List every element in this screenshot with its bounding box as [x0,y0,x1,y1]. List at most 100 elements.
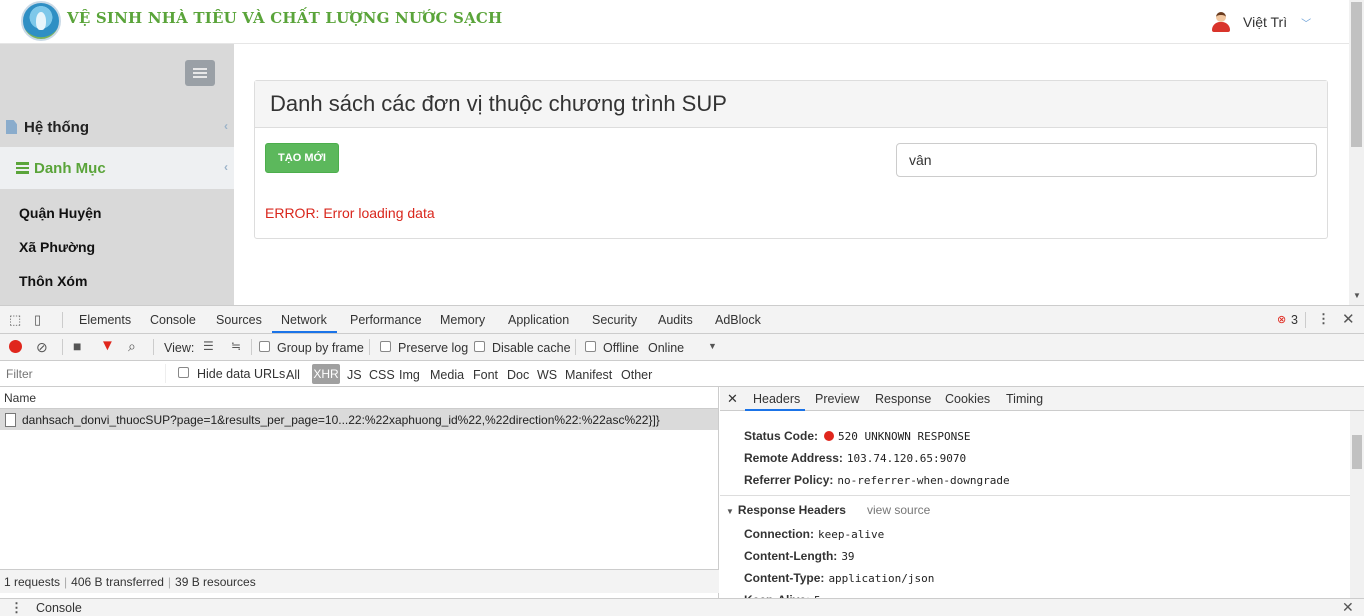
filter-input[interactable] [2,364,166,383]
table-row[interactable]: danhsach_donvi_thuocSUP?page=1&results_p… [0,409,718,430]
drawer-console-tab[interactable]: Console [36,601,82,615]
scrollbar-thumb[interactable] [1352,435,1362,469]
scrollbar-thumb[interactable] [1351,2,1362,147]
filter-all[interactable]: All [286,368,300,382]
column-header-name[interactable]: Name [0,387,718,409]
transferred-size: 406 B transferred [71,575,164,589]
hide-data-urls-label[interactable]: Hide data URLs [197,367,285,381]
view-source-link[interactable]: view source [867,503,930,517]
user-menu[interactable]: Việt Trì ﹀ [1211,11,1311,33]
clear-icon[interactable]: ⊘ [36,339,48,356]
sidebar-subitem-thon-xom[interactable]: Thôn Xóm [19,273,87,289]
record-icon[interactable] [9,340,22,353]
error-icon[interactable]: ⊗ [1277,313,1286,326]
sidebar-item-he-thong[interactable]: Hệ thống ‹ [0,106,234,148]
header-row-content-length: Content-Length: 39 [744,549,855,563]
dropdown-arrow-icon[interactable]: ▼ [708,341,717,351]
page-title: Danh sách các đơn vị thuộc chương trình … [255,81,1327,128]
close-icon[interactable]: ✕ [1342,310,1355,328]
create-new-button[interactable]: TẠO MỚI [265,143,339,173]
group-by-frame-checkbox[interactable] [259,341,270,352]
more-options-icon[interactable]: ⋮ [1317,311,1330,327]
menu-toggle-button[interactable] [185,60,215,86]
site-title[interactable]: VỆ SINH NHÀ TIÊU VÀ CHẤT LƯỢNG NƯỚC SẠCH [67,9,502,27]
throttling-select[interactable]: Online [648,341,684,355]
large-rows-icon[interactable]: ☰ [203,339,214,353]
status-error-icon [824,431,835,441]
request-count: 1 requests [4,575,61,589]
sidebar-subitem-quan-huyen[interactable]: Quận Huyện [19,205,101,221]
disable-cache-checkbox[interactable] [474,341,485,352]
devtools-panel: ⬚ ▯ Elements Console Sources Network Per… [0,305,1364,616]
sidebar: Hệ thống ‹ Danh Mục ‹ Quận Huyện Xã Phườ… [0,44,234,305]
chevron-left-icon: ‹ [224,160,228,174]
requests-pane: Name danhsach_donvi_thuocSUP?page=1&resu… [0,387,719,598]
screenshot-camera-icon[interactable]: ■ [73,338,81,354]
tab-security[interactable]: Security [592,313,637,327]
page-scrollbar[interactable]: ▼ [1349,0,1364,305]
chevron-left-icon: ‹ [224,119,228,133]
filter-manifest[interactable]: Manifest [565,368,612,382]
filter-css[interactable]: CSS [369,368,395,382]
search-icon[interactable]: ⌕ [128,338,136,355]
tab-adblock[interactable]: AdBlock [715,313,761,327]
filter-icon[interactable]: ▼ [100,337,115,354]
active-detail-tab-indicator [745,409,805,411]
sidebar-item-label: Hệ thống [24,118,89,136]
filter-js[interactable]: JS [347,368,362,382]
tab-headers[interactable]: Headers [753,392,800,406]
request-detail-pane: ✕ Headers Preview Response Cookies Timin… [720,387,1364,598]
tab-timing[interactable]: Timing [1006,392,1043,406]
top-navbar: VỆ SINH NHÀ TIÊU VÀ CHẤT LƯỢNG NƯỚC SẠCH… [0,0,1349,44]
sidebar-subitem-xa-phuong[interactable]: Xã Phường [19,239,95,255]
filter-ws[interactable]: WS [537,368,557,382]
preserve-log-checkbox[interactable] [380,341,391,352]
header-row-content-type: Content-Type: application/json [744,571,935,585]
hide-data-urls-checkbox[interactable] [178,367,189,378]
tab-memory[interactable]: Memory [440,313,485,327]
tab-console[interactable]: Console [150,313,196,327]
group-by-frame-label[interactable]: Group by frame [277,341,364,355]
filter-other[interactable]: Other [621,368,652,382]
tab-preview[interactable]: Preview [815,392,859,406]
close-detail-icon[interactable]: ✕ [727,391,738,407]
filter-xhr[interactable]: XHR [312,364,340,384]
sidebar-item-danh-muc[interactable]: Danh Mục ‹ [0,147,234,189]
file-icon [5,412,16,427]
response-headers-toggle[interactable]: ▼ Response Headers [726,503,846,517]
detail-scrollbar[interactable] [1350,411,1364,598]
waterfall-icon[interactable]: ≒ [231,339,241,353]
tab-audits[interactable]: Audits [658,313,693,327]
tab-response[interactable]: Response [875,392,931,406]
tab-sources[interactable]: Sources [216,313,262,327]
inspect-icon[interactable]: ⬚ [9,312,21,328]
network-summary: 1 requests | 406 B transferred | 39 B resour… [0,569,719,593]
filter-img[interactable]: Img [399,368,420,382]
filter-doc[interactable]: Doc [507,368,529,382]
scroll-down-icon[interactable]: ▼ [1353,291,1361,300]
console-drawer[interactable]: ⋮ Console ✕ [0,598,1364,616]
search-input[interactable] [896,143,1317,177]
device-toolbar-icon[interactable]: ▯ [34,312,41,328]
resources-size: 39 B resources [175,575,256,589]
tab-network[interactable]: Network [281,313,327,327]
logo-icon[interactable] [21,1,61,41]
filter-font[interactable]: Font [473,368,498,382]
offline-label[interactable]: Offline [603,341,639,355]
filter-media[interactable]: Media [430,368,464,382]
drawer-menu-icon[interactable]: ⋮ [10,600,23,616]
preserve-log-label[interactable]: Preserve log [398,341,468,355]
devtools-tabbar: ⬚ ▯ Elements Console Sources Network Per… [0,306,1364,334]
tab-application[interactable]: Application [508,313,569,327]
detail-tabbar: ✕ Headers Preview Response Cookies Timin… [720,387,1364,411]
tab-elements[interactable]: Elements [79,313,131,327]
file-icon [6,120,17,134]
disable-cache-label[interactable]: Disable cache [492,341,571,355]
network-toolbar: ⊘ ■ ▼ ⌕ View: ☰ ≒ Group by frame Preserv… [0,334,1364,361]
tab-performance[interactable]: Performance [350,313,422,327]
close-drawer-icon[interactable]: ✕ [1342,599,1354,616]
view-label: View: [164,341,195,355]
tab-cookies[interactable]: Cookies [945,392,990,406]
error-count[interactable]: 3 [1291,313,1298,327]
offline-checkbox[interactable] [585,341,596,352]
